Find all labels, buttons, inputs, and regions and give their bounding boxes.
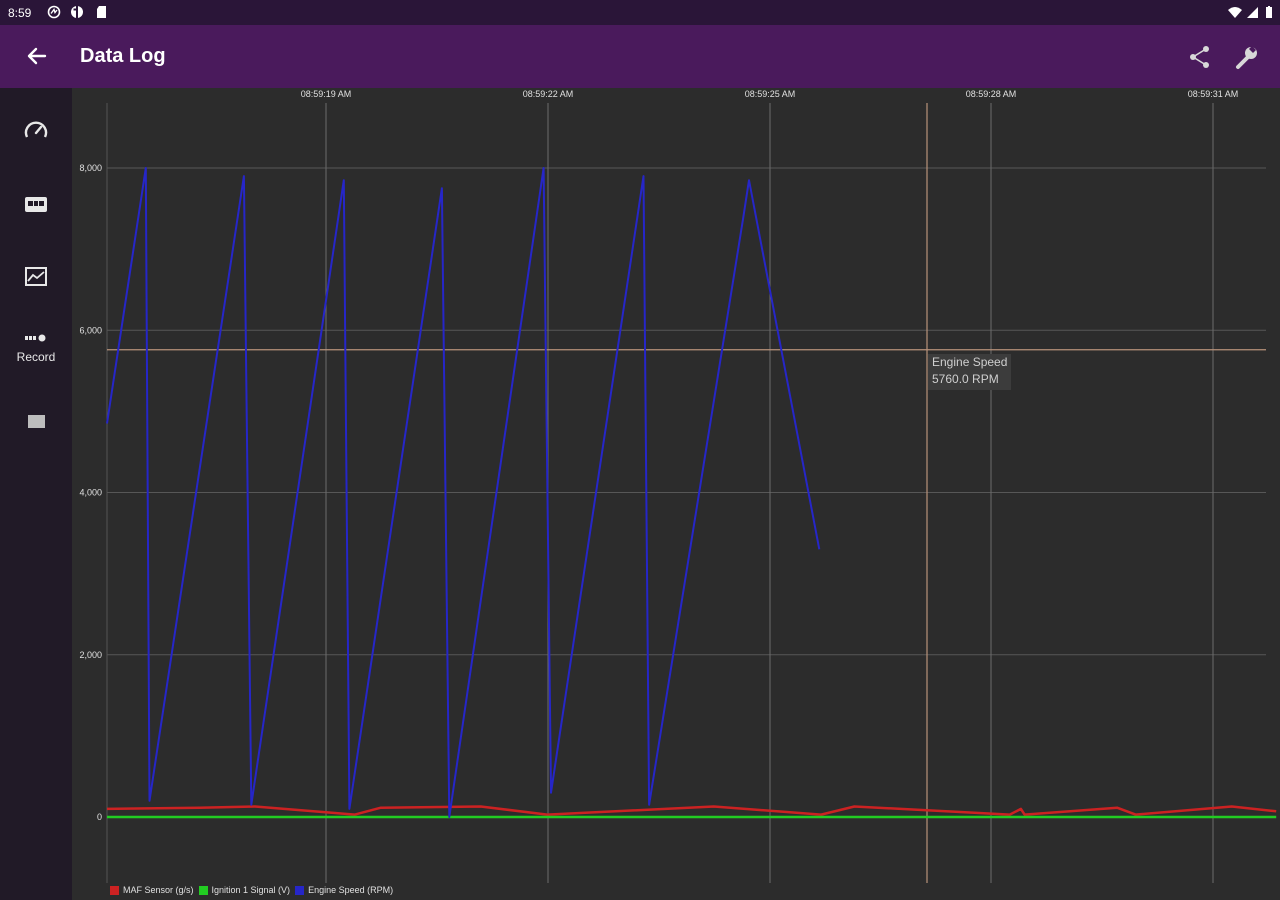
x-tick-label: 08:59:28 AM [966, 89, 1017, 99]
legend-label: Ignition 1 Signal (V) [211, 885, 291, 895]
wifi-icon [1228, 7, 1242, 18]
tooltip-value: 5760.0 RPM [932, 372, 999, 386]
y-tick-label: 8,000 [79, 163, 102, 173]
chart-canvas: 0 2,000 4,000 6,000 8,000 08:59:19 AM 08:59:22… [79, 89, 1277, 883]
cell-signal-icon [1247, 7, 1258, 18]
legend-label: Engine Speed (RPM) [308, 885, 394, 895]
status-time: 8:59 [8, 6, 32, 20]
page-title: Data Log [80, 45, 166, 67]
stop-icon [28, 415, 45, 428]
status-bar: 8:59 [0, 0, 1280, 25]
share-button[interactable] [1186, 43, 1214, 71]
podcast-icon [47, 5, 61, 19]
x-tick-label: 08:59:22 AM [523, 89, 574, 99]
line-chart-icon [25, 267, 47, 286]
nav-item-record-label: Record [16, 350, 56, 364]
settings-button[interactable] [1234, 43, 1262, 71]
x-tick-label: 08:59:19 AM [301, 89, 352, 99]
series-line-0 [106, 805, 1277, 816]
sd-card-icon [97, 6, 106, 18]
legend-label: MAF Sensor (g/s) [123, 885, 194, 895]
legend-swatch [295, 885, 305, 895]
nav-item-dashboard[interactable] [0, 192, 72, 218]
x-tick-label: 08:59:25 AM [745, 89, 796, 99]
record-icon [25, 334, 46, 342]
nav-rail: Record [0, 88, 72, 900]
y-tick-label: 6,000 [79, 325, 102, 335]
nav-item-record[interactable]: Record [0, 332, 72, 364]
legend-item-ignition: Ignition 1 Signal (V) [198, 885, 291, 895]
car-dashboard-icon [25, 197, 47, 212]
app-bar: Data Log [0, 25, 1280, 88]
chart-legend: MAF Sensor (g/s) Ignition 1 Signal (V) E… [110, 884, 398, 896]
battery-icon [1266, 6, 1272, 18]
arrow-back-icon [27, 47, 47, 65]
data-log-chart[interactable]: 0 2,000 4,000 6,000 8,000 08:59:19 AM 08:59:22… [72, 88, 1280, 900]
nav-item-stop[interactable] [0, 408, 72, 434]
nav-item-gauges[interactable] [0, 118, 72, 144]
y-tick-label: 2,000 [79, 650, 102, 660]
legend-swatch [110, 885, 119, 895]
tooltip-title: Engine Speed [932, 355, 1008, 369]
wrench-icon [1236, 46, 1257, 69]
data-saver-icon [71, 6, 83, 18]
speedometer-icon [24, 121, 48, 138]
legend-swatch [198, 885, 208, 895]
y-tick-label: 4,000 [79, 488, 102, 498]
share-icon [1190, 46, 1209, 68]
x-tick-label: 08:59:31 AM [1188, 89, 1239, 99]
nav-item-graphs[interactable] [0, 264, 72, 290]
legend-item-engine-speed: Engine Speed (RPM) [295, 885, 393, 895]
value-tooltip: Engine Speed 5760.0 RPM [928, 354, 1011, 390]
back-button[interactable] [22, 41, 52, 71]
legend-item-maf: MAF Sensor (g/s) [110, 885, 194, 895]
y-tick-label: 0 [97, 812, 102, 822]
